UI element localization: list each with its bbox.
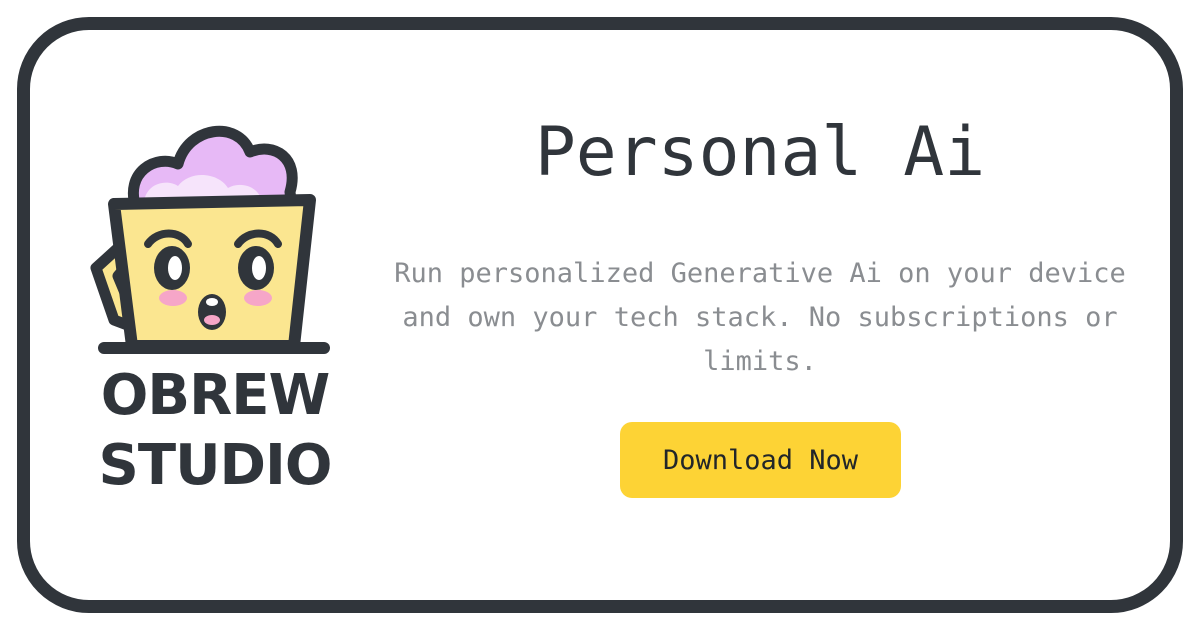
left-cheek bbox=[159, 290, 187, 306]
left-eye-shine bbox=[168, 256, 182, 280]
hero-description: Run personalized Generative Ai on your d… bbox=[394, 258, 1126, 377]
mouth-tooth bbox=[206, 298, 218, 306]
right-eye-shine bbox=[252, 256, 266, 280]
brand-name-line-2: STUDIO bbox=[98, 433, 333, 498]
mouth-tongue bbox=[204, 315, 220, 325]
right-cheek bbox=[244, 290, 272, 306]
page-title: Personal Ai bbox=[534, 113, 986, 192]
download-now-button[interactable]: Download Now bbox=[620, 422, 901, 498]
brand-name-line-1: OBREW bbox=[100, 363, 330, 428]
cup-mascot-icon bbox=[90, 125, 330, 354]
